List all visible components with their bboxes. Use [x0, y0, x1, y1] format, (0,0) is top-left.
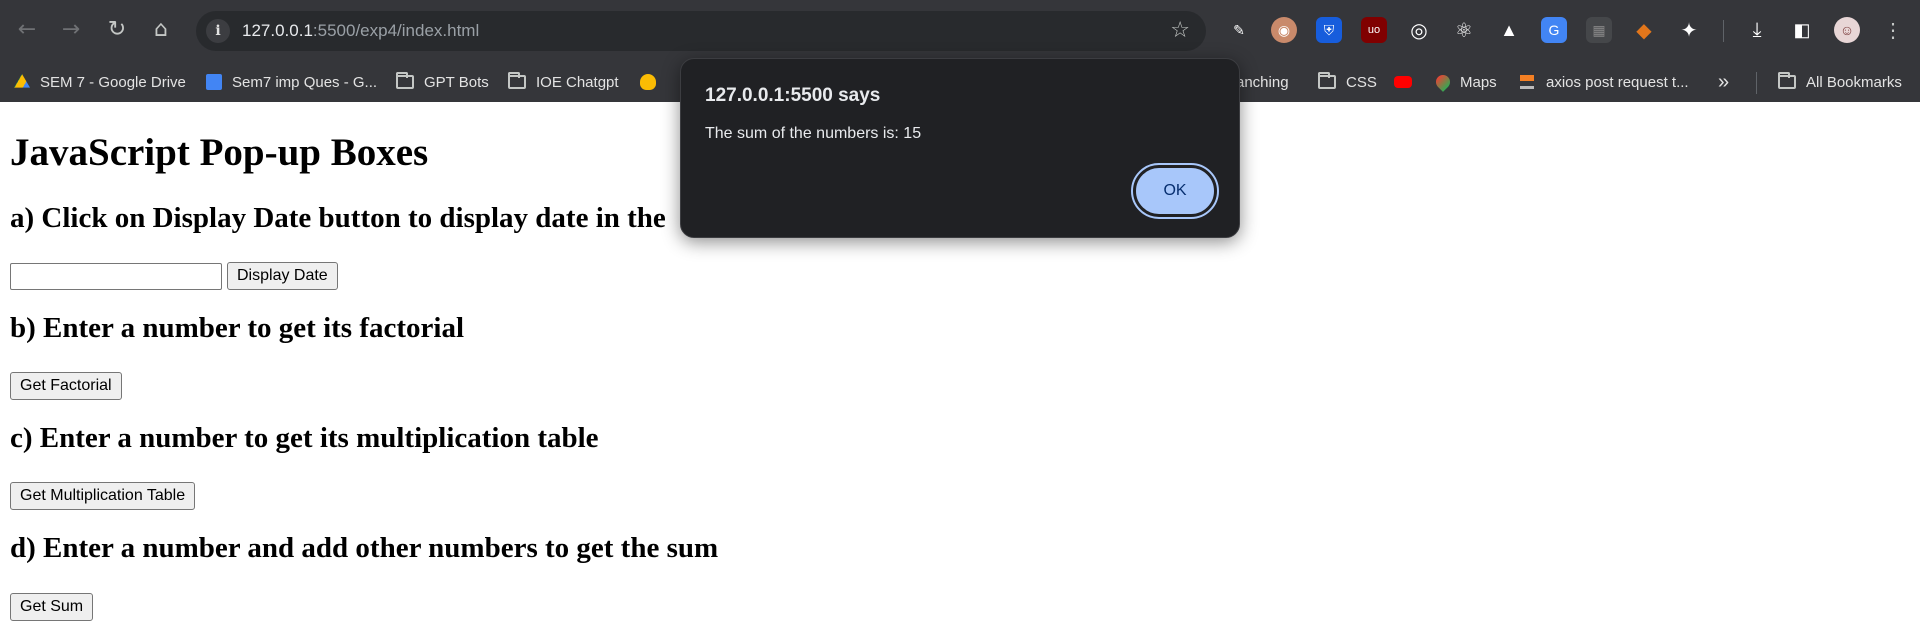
get-multiplication-table-button[interactable]: Get Multiplication Table [10, 482, 196, 510]
profile-avatar[interactable]: ☺ [1834, 17, 1860, 43]
bookmark-label: GPT Bots [424, 73, 489, 91]
bookmark-all-bookmarks[interactable]: All Bookmarks [1778, 70, 1902, 94]
bookmark-maps[interactable]: Maps [1433, 70, 1497, 94]
display-date-button[interactable]: Display Date [227, 262, 338, 290]
section-a-heading: a) Click on Display Date button to displ… [10, 202, 666, 234]
metamask-icon[interactable]: ◆ [1631, 17, 1657, 43]
folder-icon [508, 72, 526, 89]
bookmark-label: CSS [1346, 73, 1377, 91]
get-factorial-button[interactable]: Get Factorial [10, 372, 122, 400]
home-icon[interactable]: ⌂ [144, 12, 178, 46]
back-icon[interactable]: ← [10, 12, 44, 46]
google-drive-icon [14, 74, 30, 88]
bitwarden-icon[interactable]: ⛨ [1316, 17, 1342, 43]
dialog-title: 127.0.0.1:5500 says [705, 85, 881, 106]
get-sum-button[interactable]: Get Sum [10, 593, 94, 621]
bookmark-sem7-drive[interactable]: SEM 7 - Google Drive [14, 70, 186, 94]
ublock-icon[interactable]: uo [1361, 17, 1387, 43]
toolbar-divider [1723, 20, 1724, 42]
bookmark-sem7-imp-ques[interactable]: Sem7 imp Ques - G... [206, 70, 377, 94]
bookmark-label: anching [1236, 73, 1289, 91]
side-panel-icon[interactable]: ◧ [1789, 17, 1815, 43]
url-host: 127.0.0.1 [242, 21, 313, 40]
bookmark-label: IOE Chatgpt [536, 73, 619, 91]
bookmark-label: axios post request t... [1546, 73, 1689, 91]
bookmark-branching[interactable]: anching [1236, 70, 1289, 94]
ok-button[interactable]: OK [1131, 163, 1219, 219]
reload-icon[interactable]: ↻ [100, 12, 134, 46]
linux-penguin-icon [640, 74, 656, 90]
react-devtools-icon[interactable]: ⚛ [1451, 17, 1477, 43]
date-display-input[interactable] [10, 263, 222, 290]
forward-icon[interactable]: → [54, 12, 88, 46]
bookmark-youtube[interactable] [1394, 70, 1422, 94]
browser-toolbar: ← → ↻ ⌂ i 127.0.0.1:5500/exp4/index.html… [0, 0, 1920, 62]
alert-dialog: 127.0.0.1:5500 says The sum of the numbe… [680, 58, 1240, 238]
page-title: JavaScript Pop-up Boxes [10, 131, 429, 174]
download-icon[interactable]: ⤓ [1744, 17, 1770, 43]
url-text[interactable]: 127.0.0.1:5500/exp4/index.html [242, 21, 479, 41]
bookmark-gpt-bots[interactable]: GPT Bots [396, 70, 489, 94]
address-bar[interactable]: i 127.0.0.1:5500/exp4/index.html ☆ [196, 11, 1206, 51]
owl-extension-icon[interactable]: ◉ [1271, 17, 1297, 43]
bookmark-label: All Bookmarks [1806, 73, 1902, 91]
bookmark-css[interactable]: CSS [1318, 70, 1377, 94]
site-info-icon[interactable]: i [206, 19, 230, 43]
bookmarks-divider [1756, 72, 1757, 94]
youtube-icon [1394, 76, 1412, 88]
maps-pin-icon [1433, 72, 1453, 92]
target-extension-icon[interactable]: ◎ [1406, 17, 1432, 43]
folder-icon [396, 72, 414, 89]
section-d-heading: d) Enter a number and add other numbers … [10, 532, 719, 564]
folder-icon [1318, 72, 1336, 89]
grid-extension-icon[interactable]: ▦ [1586, 17, 1612, 43]
folder-icon [1778, 72, 1796, 89]
translate-icon[interactable]: G [1541, 17, 1567, 43]
google-docs-icon [206, 74, 222, 90]
bookmark-axios-post[interactable]: axios post request t... [1520, 70, 1689, 94]
bookmark-star-icon[interactable]: ☆ [1170, 18, 1190, 43]
bookmark-label: Sem7 imp Ques - G... [232, 73, 378, 91]
hat-extension-icon[interactable]: ▲ [1496, 17, 1522, 43]
eyedropper-icon[interactable]: ✎ [1226, 17, 1252, 43]
extensions-puzzle-icon[interactable]: ✦ [1676, 17, 1702, 43]
more-bookmarks-icon[interactable]: » [1718, 70, 1729, 94]
section-b-heading: b) Enter a number to get its factorial [10, 312, 465, 344]
dialog-message: The sum of the numbers is: 15 [705, 125, 922, 142]
bookmark-linux[interactable] [640, 70, 666, 94]
section-c-heading: c) Enter a number to get its multiplicat… [10, 422, 599, 454]
url-path: :5500/exp4/index.html [312, 21, 480, 40]
bookmark-label: SEM 7 - Google Drive [40, 73, 186, 91]
bookmark-label: Maps [1460, 73, 1497, 91]
menu-icon[interactable]: ⋮ [1880, 17, 1906, 43]
bookmark-ioe-chatgpt[interactable]: IOE Chatgpt [508, 70, 619, 94]
stackoverflow-icon [1520, 75, 1534, 89]
